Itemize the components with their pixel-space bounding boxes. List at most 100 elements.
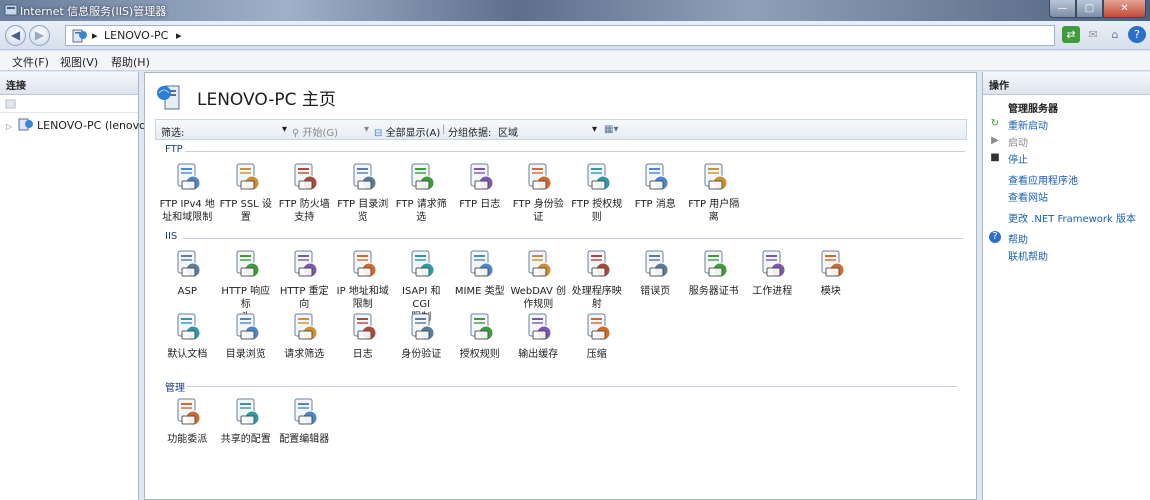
feature-ftp-firewall[interactable]: FTP 防火墙 支持 — [275, 161, 334, 224]
feature-authentication[interactable]: 身份验证 — [392, 311, 451, 361]
feature-asp[interactable]: ASP — [158, 248, 217, 298]
restart-action[interactable]: 重新启动 — [1008, 117, 1048, 132]
group-by-dropdown-icon[interactable]: ▾ — [592, 124, 597, 135]
close-button[interactable]: ✕ — [1103, 0, 1146, 18]
start-icon: ▶ — [991, 135, 999, 146]
feature-authorization[interactable]: 授权规则 — [451, 311, 510, 361]
request-filter-icon — [294, 313, 318, 341]
feature-ftp-log[interactable]: FTP 日志 — [451, 161, 510, 211]
feature-ftp-authz[interactable]: FTP 授权规 则 — [568, 161, 627, 224]
feature-ip-restrict[interactable]: IP 地址和域 限制 — [334, 248, 393, 311]
feature-handler[interactable]: 处理程序映 射 — [568, 248, 627, 311]
http-redirect-icon — [294, 250, 318, 278]
help-icon[interactable]: ? — [1128, 26, 1146, 43]
view-sites-action[interactable]: 查看网站 — [1008, 189, 1048, 204]
feature-webdav[interactable]: WebDAV 创 作规则 — [509, 248, 568, 311]
feature-ftp-ip[interactable]: FTP IPv4 地 址和域限制 — [158, 161, 217, 224]
group-by-label: 分组依据: — [448, 128, 492, 139]
output-cache-icon — [528, 313, 552, 341]
feature-worker-process[interactable]: 工作进程 — [743, 248, 802, 298]
feature-label-line2: 支持 — [294, 212, 315, 223]
feature-label: 共享的配置 — [220, 434, 271, 445]
feature-shared-config[interactable]: 共享的配置 — [217, 396, 276, 446]
stop-icon[interactable]: ✉ — [1084, 26, 1102, 43]
minimize-button[interactable]: — — [1049, 0, 1076, 18]
show-all-button[interactable]: ⊟ 全部显示(A) — [374, 124, 440, 139]
tree-item-label: LENOVO-PC (lenovo — [37, 119, 146, 132]
feature-compression[interactable]: 压缩 — [568, 311, 627, 361]
feature-error-page[interactable]: 错误页 — [626, 248, 685, 298]
feature-logging[interactable]: 日志 — [334, 311, 393, 361]
server-icon — [18, 118, 33, 131]
feature-label: 功能委派 — [167, 434, 208, 445]
view-mode-icon[interactable]: ▦▾ — [604, 124, 618, 135]
start-action[interactable]: 启动 — [1008, 134, 1028, 149]
feature-ftp-dir[interactable]: FTP 目录浏 览 — [334, 161, 393, 224]
feature-config-editor[interactable]: 配置编辑器 — [275, 396, 334, 446]
view-app-pools-action[interactable]: 查看应用程序池 — [1008, 172, 1078, 187]
mime-icon — [470, 250, 494, 278]
help-action[interactable]: 帮助 — [1008, 231, 1028, 246]
feature-label-line2: 址和域限制 — [162, 212, 213, 223]
address-bar[interactable]: ▸ LENOVO-PC ▸ — [65, 25, 1055, 46]
feature-request-filter[interactable]: 请求筛选 — [275, 311, 334, 361]
feature-label: FTP 目录浏 — [337, 199, 389, 210]
stop-icon: ■ — [990, 152, 1000, 163]
feature-label: 日志 — [352, 349, 373, 360]
feature-mime[interactable]: MIME 类型 — [451, 248, 510, 298]
certificate-icon — [704, 250, 728, 278]
section-divider — [187, 386, 957, 387]
breadcrumb-lenovo-pc[interactable]: LENOVO-PC — [104, 29, 168, 42]
tree-item-lenovo-pc[interactable]: ▷ LENOVO-PC (lenovo — [6, 118, 146, 132]
feature-label: 工作进程 — [752, 286, 793, 297]
iis-app-icon — [4, 4, 18, 16]
feature-label: 模块 — [820, 286, 841, 297]
connections-pane: 连接 ▷ LENOVO-PC (lenovo — [0, 72, 146, 500]
ftp-isolation-icon — [704, 163, 728, 191]
back-button[interactable]: ◀ — [5, 25, 26, 46]
page-title: LENOVO-PC 主页 — [197, 90, 336, 110]
feature-ftp-isolation[interactable]: FTP 用户隔 离 — [685, 161, 744, 224]
menu-view[interactable]: 视图(V) — [60, 54, 98, 70]
group-by-select[interactable]: 区域 — [498, 124, 598, 139]
feature-label: FTP 身份验 — [512, 199, 564, 210]
feature-modules[interactable]: 模块 — [802, 248, 861, 298]
menu-file[interactable]: 文件(F) — [12, 54, 49, 70]
feature-label: 默认文档 — [167, 349, 208, 360]
filter-dropdown-icon[interactable]: ▾ — [282, 124, 287, 135]
expand-icon[interactable]: ▷ — [6, 122, 14, 131]
connect-icon[interactable]: ⇄ — [1062, 26, 1080, 43]
section-divider — [183, 238, 963, 239]
filter-input[interactable] — [192, 123, 288, 136]
default-doc-icon — [177, 313, 201, 341]
menu-help[interactable]: 帮助(H) — [111, 54, 150, 70]
stop-action[interactable]: 停止 — [1008, 151, 1028, 166]
feature-default-doc[interactable]: 默认文档 — [158, 311, 217, 361]
feature-label-line2: 射 — [591, 299, 602, 310]
breadcrumb-separator[interactable]: ▸ — [176, 29, 182, 42]
menu-bar: 文件(F) 视图(V) 帮助(H) — [0, 51, 1150, 71]
change-dotnet-action[interactable]: 更改 .NET Framework 版本 — [1008, 210, 1136, 225]
feature-ftp-auth[interactable]: FTP 身份验 证 — [509, 161, 568, 224]
home-icon[interactable]: ⌂ — [1106, 26, 1124, 43]
feature-ftp-message[interactable]: FTP 消息 — [626, 161, 685, 211]
config-editor-icon — [294, 398, 318, 426]
section-divider — [185, 151, 965, 152]
webdav-icon — [528, 250, 552, 278]
feature-label: 压缩 — [586, 349, 607, 360]
connect-server-icon[interactable] — [4, 97, 18, 111]
ftp-ip-icon — [177, 163, 201, 191]
feature-dir-browse[interactable]: 目录浏览 — [217, 311, 276, 361]
start-filter-button[interactable]: ⚲ 开始(G) — [292, 124, 338, 139]
forward-button[interactable]: ▶ — [29, 25, 50, 46]
feature-ftp-filter[interactable]: FTP 请求筛 选 — [392, 161, 451, 224]
feature-http-redirect[interactable]: HTTP 重定向 — [275, 248, 334, 311]
manage-server-heading: 管理服务器 — [1008, 104, 1058, 115]
online-help-action[interactable]: 联机帮助 — [1008, 248, 1048, 263]
feature-ftp-ssl[interactable]: FTP SSL 设 置 — [217, 161, 276, 224]
maximize-button[interactable]: □ — [1076, 0, 1103, 18]
feature-feature-delegation[interactable]: 功能委派 — [158, 396, 217, 446]
feature-label: 目录浏览 — [225, 349, 266, 360]
feature-output-cache[interactable]: 输出缓存 — [509, 311, 568, 361]
feature-certificate[interactable]: 服务器证书 — [685, 248, 744, 298]
